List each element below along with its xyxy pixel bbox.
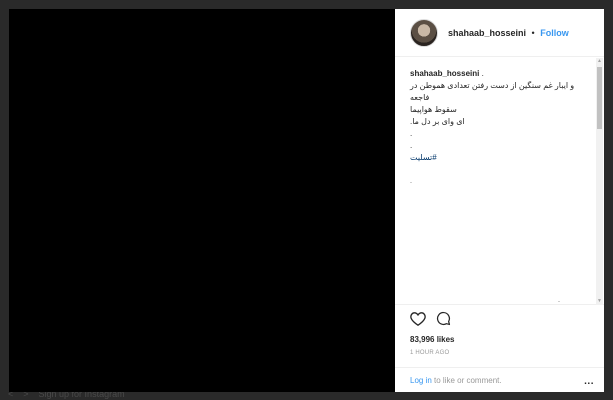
caption-line: ای وای بر دل ما. [410, 117, 465, 126]
caption-header: shahaab_hosseini . [410, 68, 595, 80]
hashtag-link[interactable]: #تسليت [410, 152, 595, 164]
likes-count[interactable]: 83,996 likes [410, 335, 454, 344]
post-header: shahaab_hosseini • Follow [395, 9, 604, 57]
comments-scrollbar[interactable]: ▲ ▼ [596, 58, 603, 305]
heart-icon[interactable] [410, 311, 426, 326]
caption-suffix: . [479, 69, 484, 78]
post-timestamp[interactable]: 1 HOUR AGO [410, 350, 449, 356]
username-link[interactable]: shahaab_hosseini [448, 28, 526, 38]
scroll-down-icon[interactable]: ▼ [596, 298, 603, 305]
faint-dot [410, 182, 412, 183]
avatar[interactable] [410, 18, 438, 47]
scroll-up-icon[interactable]: ▲ [596, 58, 603, 65]
comment-icon[interactable] [436, 311, 451, 326]
caption-line: سقوط هواپيما [410, 105, 457, 114]
follow-button[interactable]: Follow [540, 28, 569, 38]
post-caption: shahaab_hosseini . و ايبار غم سنگين از د… [410, 68, 595, 164]
scrollbar-thumb[interactable] [597, 67, 602, 129]
action-bar [410, 311, 451, 326]
login-bar: Log in to like or comment. ... [395, 367, 604, 392]
faint-dot [558, 301, 560, 302]
caption-line: . [410, 141, 413, 150]
caption-line: و ايبار غم سنگين از دست رفتن تعدادی هموط… [410, 81, 575, 102]
caption-line: . [410, 129, 413, 138]
post-side-panel: shahaab_hosseini • Follow shahaab_hossei… [395, 9, 604, 392]
more-options-icon[interactable]: ... [584, 376, 594, 387]
header-text: shahaab_hosseini • Follow [448, 28, 569, 38]
login-link[interactable]: Log in [410, 376, 432, 385]
caption-username[interactable]: shahaab_hosseini [410, 69, 479, 78]
comments-area[interactable]: shahaab_hosseini . و ايبار غم سنگين از د… [395, 58, 604, 305]
login-suffix: to like or comment. [431, 375, 502, 385]
separator-dot: • [531, 27, 535, 38]
post-media[interactable] [9, 9, 395, 392]
